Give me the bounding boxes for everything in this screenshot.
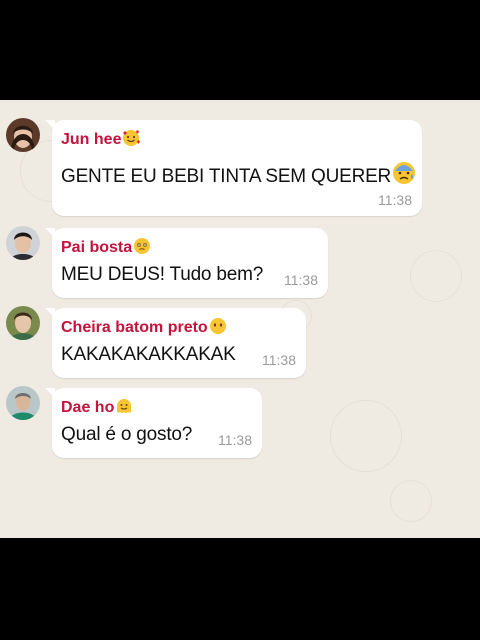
face-without-mouth-icon	[209, 317, 227, 340]
avatar[interactable]	[6, 386, 40, 420]
avatar[interactable]	[6, 118, 40, 152]
anxious-face-with-sweat-icon	[392, 161, 416, 191]
sender-name-text: Pai bosta	[61, 239, 133, 256]
chat-area: Jun hee GENTE EU BEBI TINTA SEM QUERER 1…	[0, 100, 480, 538]
avatar[interactable]	[6, 306, 40, 340]
message-text: Qual é o gosto?	[61, 424, 193, 445]
message-text: KAKAKAKAKKAKAK	[61, 344, 236, 365]
smiling-face-with-hearts-icon	[122, 129, 141, 152]
message-timestamp: 11:38	[262, 352, 296, 368]
sender-name-text: Cheira batom preto	[61, 319, 208, 336]
melting-face-icon	[115, 397, 133, 420]
message-bubble[interactable]: Jun hee GENTE EU BEBI TINTA SEM QUERER 1…	[45, 120, 422, 216]
sender-name: Jun hee	[61, 129, 141, 152]
message-timestamp: 11:38	[378, 192, 412, 208]
message-text: GENTE EU BEBI TINTA SEM QUERER	[61, 161, 416, 191]
message-bubble[interactable]: Pai bosta MEU DEUS! Tudo bem? 11:38	[45, 228, 328, 298]
message-timestamp: 11:38	[284, 272, 318, 288]
message-bubble[interactable]: Dae ho Qual é o gosto? 11:38	[45, 388, 262, 458]
sender-name-text: Dae ho	[61, 399, 115, 416]
wallpaper-doodle	[410, 250, 462, 302]
sender-name: Dae ho	[61, 397, 133, 420]
sender-name: Cheira batom preto	[61, 317, 227, 340]
sender-name-text: Jun hee	[61, 131, 122, 148]
wallpaper-doodle	[330, 400, 402, 472]
message-text-content: GENTE EU BEBI TINTA SEM QUERER	[61, 166, 392, 187]
message-text: MEU DEUS! Tudo bem?	[61, 264, 264, 285]
wallpaper-doodle	[390, 480, 432, 522]
sender-name: Pai bosta	[61, 237, 151, 260]
avatar[interactable]	[6, 226, 40, 260]
message-timestamp: 11:38	[218, 432, 252, 448]
face-holding-back-tears-icon	[133, 237, 151, 260]
message-bubble[interactable]: Cheira batom preto KAKAKAKAKKAKAK 11:38	[45, 308, 306, 378]
